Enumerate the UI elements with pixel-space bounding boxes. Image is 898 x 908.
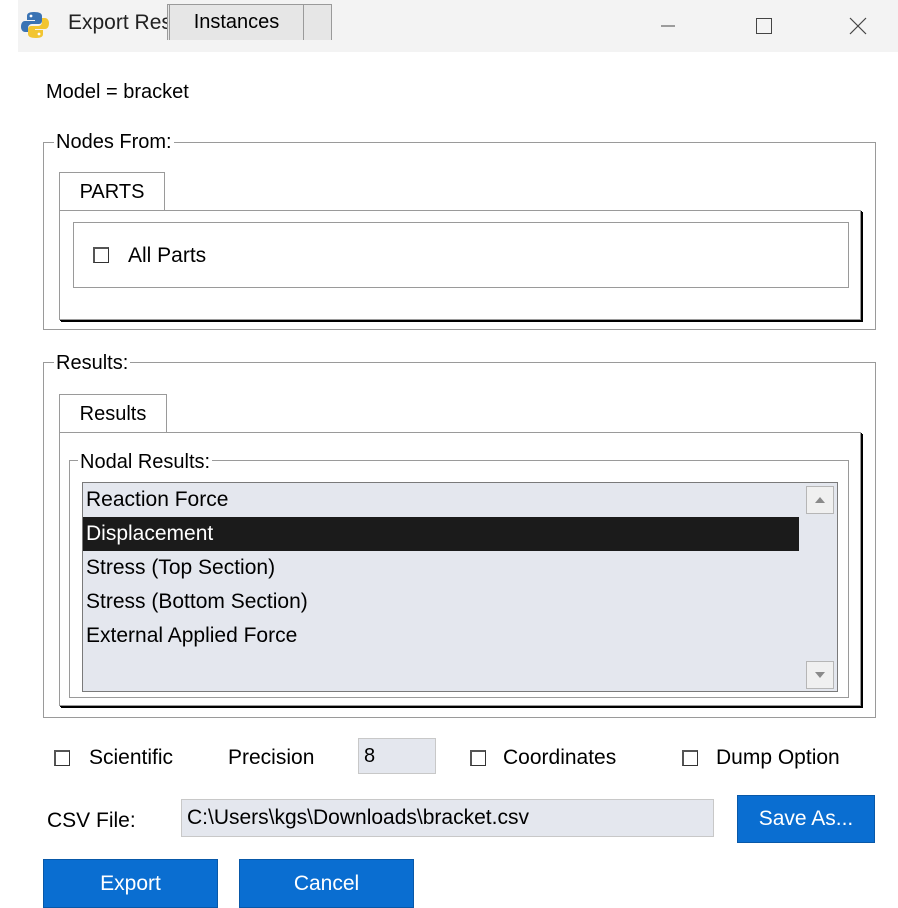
maximize-button[interactable] [724,0,804,52]
maximize-icon [756,18,772,34]
coordinates-label: Coordinates [503,746,617,769]
dump-option-checkbox[interactable] [682,750,698,766]
scroll-down-button[interactable] [806,661,834,689]
scroll-up-button[interactable] [806,486,834,514]
all-parts-checkbox[interactable] [93,247,109,263]
tab-instances[interactable]: Instances [169,4,304,40]
csv-file-path-input[interactable]: C:\Users\kgs\Downloads\bracket.csv [181,799,714,837]
list-item-displacement[interactable]: Displacement [83,517,799,551]
list-item-stress-bottom[interactable]: Stress (Bottom Section) [83,585,799,619]
listbox-scrollbar[interactable] [802,483,836,691]
list-item-stress-top[interactable]: Stress (Top Section) [83,551,799,585]
list-item-external-force[interactable]: External Applied Force [83,619,799,653]
tab-parts[interactable]: PARTS [59,172,165,210]
arrow-down-icon [815,672,825,678]
close-icon [849,17,867,35]
precision-input[interactable]: 8 [358,738,436,774]
nodal-results-listbox[interactable]: Reaction Force Displacement Stress (Top … [82,482,838,692]
scientific-label: Scientific [89,746,174,769]
export-button[interactable]: Export [43,859,218,908]
close-button[interactable] [818,0,898,52]
arrow-up-icon [815,497,825,503]
dump-option-label: Dump Option [716,746,840,769]
all-parts-label: All Parts [128,244,207,267]
minimize-button[interactable] [628,0,708,52]
nodal-results-legend: Nodal Results: [78,450,213,474]
cancel-button[interactable]: Cancel [239,859,414,908]
list-item-reaction-force[interactable]: Reaction Force [83,483,799,517]
save-as-button[interactable]: Save As... [737,795,875,843]
csv-file-label: CSV File: [47,809,136,832]
scientific-checkbox[interactable] [54,750,70,766]
results-legend: Results: [54,351,131,375]
coordinates-checkbox[interactable] [470,750,486,766]
nodes-from-legend: Nodes From: [54,130,174,154]
tab-results[interactable]: Results [59,394,167,432]
precision-label: Precision [228,746,315,769]
model-label: Model = bracket [46,81,189,103]
python-app-icon [20,10,50,40]
minimize-icon [661,25,675,27]
